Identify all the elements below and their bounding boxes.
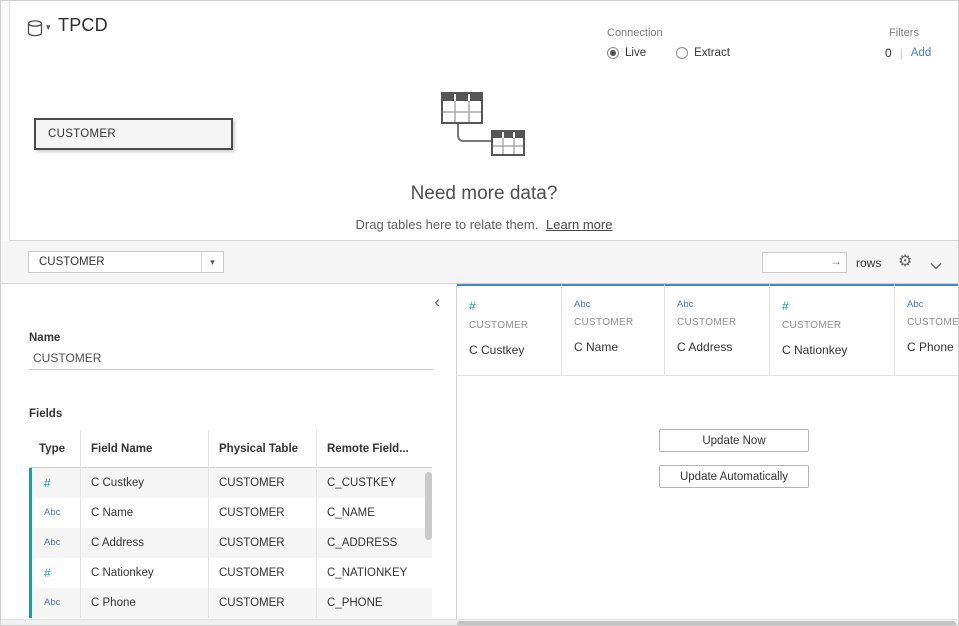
empty-state-hint: Drag tables here to relate them. — [356, 217, 539, 232]
relationship-canvas: ▾ TPCD Connection Live Extract Filters 0… — [1, 1, 958, 241]
connection-label: Connection — [607, 27, 730, 39]
remote-field-cell: C_PHONE — [317, 588, 432, 618]
gear-icon[interactable]: ⚙ — [898, 252, 912, 272]
grid-column-table: CUSTOMER — [782, 320, 894, 331]
grid-column-table: CUSTOMER — [469, 320, 561, 331]
string-type-icon: Abc — [677, 299, 769, 310]
table-row[interactable]: Abc C Name CUSTOMER C_NAME — [32, 498, 432, 528]
data-grid-header-row: # CUSTOMER C Custkey Abc CUSTOMER C Name… — [457, 284, 959, 376]
string-type-icon: Abc — [32, 528, 81, 558]
filters-separator: | — [900, 46, 903, 60]
fields-label: Fields — [29, 408, 62, 420]
table-name-field[interactable]: CUSTOMER — [29, 346, 433, 370]
physical-table-cell: CUSTOMER — [209, 498, 317, 528]
learn-more-link[interactable]: Learn more — [546, 217, 612, 232]
table-row[interactable]: Abc C Phone CUSTOMER C_PHONE — [32, 588, 432, 618]
col-header-type[interactable]: Type — [29, 430, 81, 468]
table-select-caret-icon: ▾ — [201, 252, 223, 272]
fields-table-body: # C Custkey CUSTOMER C_CUSTKEY Abc C Nam… — [29, 468, 432, 618]
physical-table-cell: CUSTOMER — [209, 468, 317, 498]
data-preview-panel: # CUSTOMER C Custkey Abc CUSTOMER C Name… — [457, 284, 959, 619]
name-label: Name — [29, 332, 60, 344]
table-row[interactable]: # C Custkey CUSTOMER C_CUSTKEY — [32, 468, 432, 498]
horizontal-scrollbar — [1, 619, 959, 626]
table-select[interactable]: CUSTOMER ▾ — [28, 251, 224, 273]
horizontal-scrollbar-thumb[interactable] — [457, 621, 956, 626]
relate-tables-illustration-icon — [428, 91, 538, 166]
grid-column-field: C Phone — [907, 340, 959, 354]
grid-column-c-name[interactable]: Abc CUSTOMER C Name — [562, 284, 665, 376]
radio-live-icon — [607, 47, 619, 59]
physical-table-cell: CUSTOMER — [209, 588, 317, 618]
number-type-icon: # — [782, 299, 894, 313]
grid-column-table: CUSTOMER — [907, 317, 959, 328]
radio-live-label: Live — [625, 47, 646, 59]
field-name-cell: C Address — [81, 528, 209, 558]
table-select-value: CUSTOMER — [29, 256, 201, 268]
radio-extract[interactable]: Extract — [676, 47, 730, 59]
remote-field-cell: C_NAME — [317, 498, 432, 528]
filters-count: 0 — [885, 46, 892, 60]
string-type-icon: Abc — [907, 299, 959, 310]
grid-column-field: C Name — [574, 340, 664, 354]
col-header-remote-field[interactable]: Remote Field... — [317, 430, 432, 468]
grid-column-table: CUSTOMER — [574, 317, 664, 328]
grid-column-field: C Nationkey — [782, 343, 894, 357]
datasource-page: ▾ TPCD Connection Live Extract Filters 0… — [0, 0, 959, 626]
empty-state-title: Need more data? — [10, 183, 958, 205]
col-header-field-name[interactable]: Field Name — [81, 430, 209, 468]
string-type-icon: Abc — [32, 588, 81, 618]
col-header-physical-table[interactable]: Physical Table — [209, 430, 317, 468]
canvas-table-customer[interactable]: CUSTOMER — [34, 118, 233, 150]
table-row[interactable]: Abc C Address CUSTOMER C_ADDRESS — [32, 528, 432, 558]
field-name-cell: C Phone — [81, 588, 209, 618]
grid-column-field: C Address — [677, 340, 769, 354]
connection-group: Connection Live Extract — [607, 27, 730, 59]
update-automatically-button[interactable]: Update Automatically — [659, 465, 809, 488]
remote-field-cell: C_CUSTKEY — [317, 468, 432, 498]
filters-group: Filters 0 | Add — [885, 27, 931, 60]
filters-label: Filters — [885, 27, 931, 39]
grid-column-c-custkey[interactable]: # CUSTOMER C Custkey — [457, 284, 562, 376]
row-limit-input[interactable] — [762, 252, 847, 273]
table-toolbar: CUSTOMER ▾ → rows ⚙ — [1, 241, 958, 284]
radio-extract-icon — [676, 47, 688, 59]
grid-column-c-nationkey[interactable]: # CUSTOMER C Nationkey — [770, 284, 895, 376]
number-type-icon: # — [32, 468, 81, 498]
grid-column-table: CUSTOMER — [677, 317, 769, 328]
collapse-panel-icon[interactable]: ‹ — [434, 294, 440, 310]
empty-state-subtitle: Drag tables here to relate them. Learn m… — [10, 217, 958, 232]
left-pane-edge — [1, 1, 10, 241]
field-name-cell: C Name — [81, 498, 209, 528]
number-type-icon: # — [32, 558, 81, 588]
field-name-cell: C Nationkey — [81, 558, 209, 588]
table-row[interactable]: # C Nationkey CUSTOMER C_NATIONKEY — [32, 558, 432, 588]
string-type-icon: Abc — [32, 498, 81, 528]
number-type-icon: # — [469, 299, 561, 313]
physical-table-cell: CUSTOMER — [209, 558, 317, 588]
field-name-cell: C Custkey — [81, 468, 209, 498]
database-icon — [27, 20, 43, 43]
page-title: TPCD — [58, 15, 108, 36]
chevron-down-icon[interactable] — [930, 257, 942, 275]
update-now-button[interactable]: Update Now — [659, 429, 809, 452]
grid-column-c-phone[interactable]: Abc CUSTOMER C Phone — [895, 284, 959, 376]
fields-table: Type Field Name Physical Table Remote Fi… — [29, 430, 432, 618]
datasource-connection-menu[interactable]: ▾ — [27, 20, 51, 43]
grid-column-c-address[interactable]: Abc CUSTOMER C Address — [665, 284, 770, 376]
remote-field-cell: C_ADDRESS — [317, 528, 432, 558]
string-type-icon: Abc — [574, 299, 664, 310]
fields-table-header: Type Field Name Physical Table Remote Fi… — [29, 430, 432, 468]
physical-table-cell: CUSTOMER — [209, 528, 317, 558]
add-filter-link[interactable]: Add — [911, 47, 931, 59]
rows-label: rows — [856, 256, 881, 270]
radio-live[interactable]: Live — [607, 47, 646, 59]
dropdown-caret-icon: ▾ — [46, 22, 51, 32]
fields-table-scrollbar[interactable] — [425, 472, 432, 540]
radio-extract-label: Extract — [694, 47, 730, 59]
metadata-panel: ‹ Name CUSTOMER Fields Type Field Name P… — [1, 284, 457, 619]
grid-column-field: C Custkey — [469, 343, 561, 357]
remote-field-cell: C_NATIONKEY — [317, 558, 432, 588]
